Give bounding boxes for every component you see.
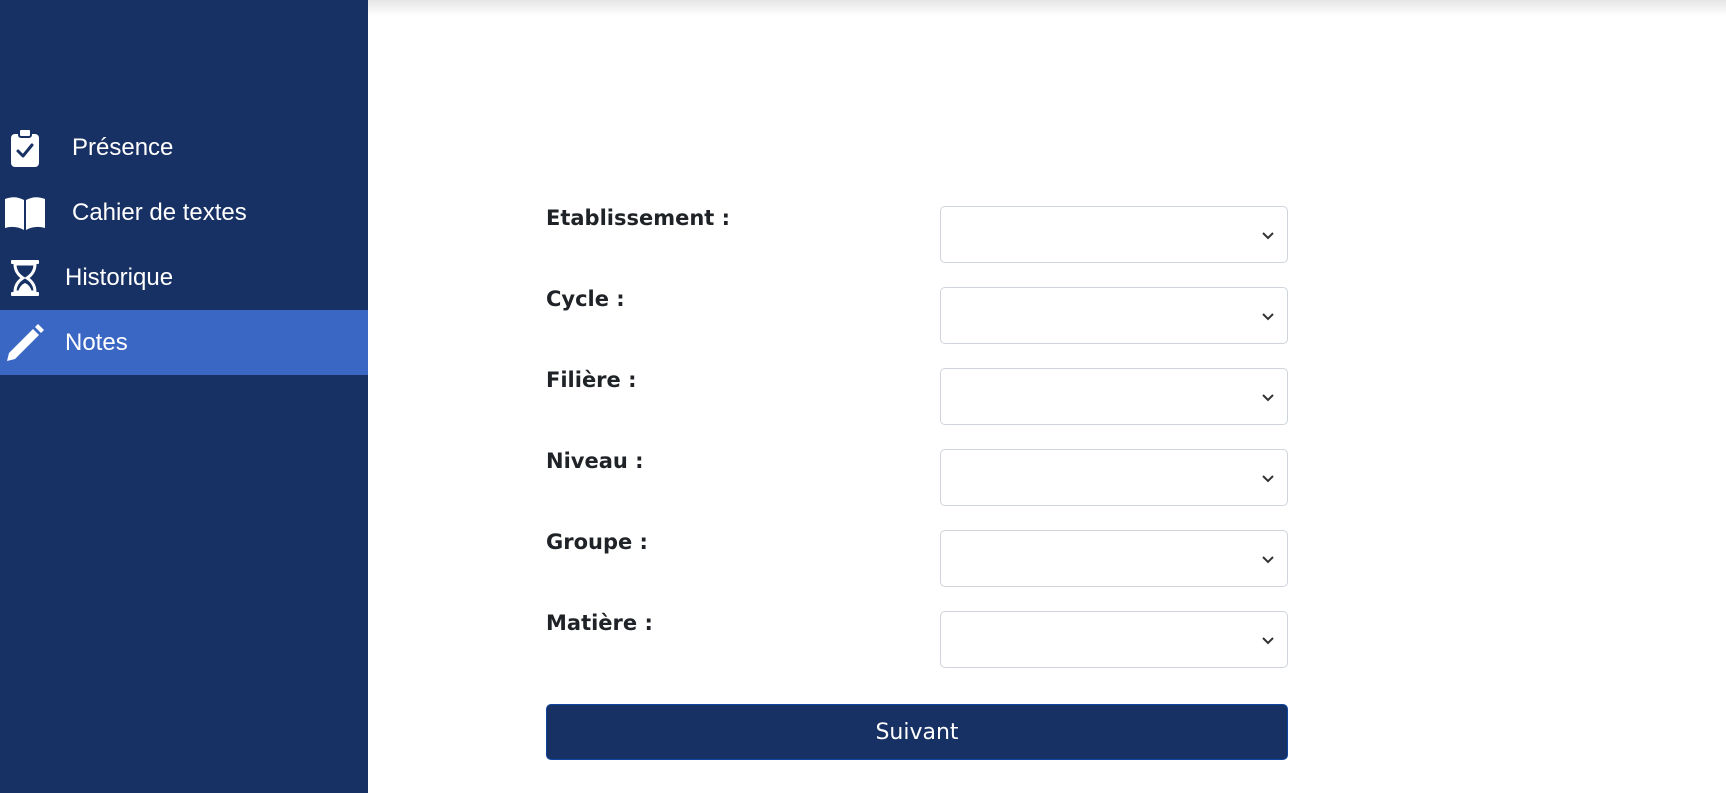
sidebar-item-historique[interactable]: Historique xyxy=(0,245,368,310)
cycle-label: Cycle : xyxy=(546,287,625,311)
sidebar-item-notes[interactable]: Notes xyxy=(0,310,368,375)
sidebar: Présence Cahier de textes Historique Not… xyxy=(0,0,368,793)
chevron-down-icon xyxy=(1262,555,1274,563)
book-open-icon xyxy=(4,192,46,234)
chevron-down-icon xyxy=(1262,393,1274,401)
sidebar-item-presence[interactable]: Présence xyxy=(0,115,368,180)
matiere-label: Matière : xyxy=(546,611,653,635)
sidebar-item-label: Notes xyxy=(65,328,128,356)
sidebar-item-cahier-de-textes[interactable]: Cahier de textes xyxy=(0,180,368,245)
sidebar-item-label: Historique xyxy=(65,263,174,291)
hourglass-icon xyxy=(4,257,46,299)
chevron-down-icon xyxy=(1262,474,1274,482)
groupe-select[interactable] xyxy=(940,530,1288,587)
sidebar-item-label: Cahier de textes xyxy=(72,198,247,226)
filiere-select[interactable] xyxy=(940,368,1288,425)
pencil-icon xyxy=(4,322,46,364)
matiere-select[interactable] xyxy=(940,611,1288,668)
chevron-down-icon xyxy=(1262,636,1274,644)
niveau-select[interactable] xyxy=(940,449,1288,506)
sidebar-item-label: Présence xyxy=(72,133,174,161)
groupe-label: Groupe : xyxy=(546,530,648,554)
header-shadow xyxy=(368,0,1726,16)
chevron-down-icon xyxy=(1262,231,1274,239)
chevron-down-icon xyxy=(1262,312,1274,320)
next-button[interactable]: Suivant xyxy=(546,704,1288,760)
cycle-select[interactable] xyxy=(940,287,1288,344)
etablissement-label: Etablissement : xyxy=(546,206,731,230)
clipboard-check-icon xyxy=(4,127,46,169)
niveau-label: Niveau : xyxy=(546,449,644,473)
filiere-label: Filière : xyxy=(546,368,637,392)
etablissement-select[interactable] xyxy=(940,206,1288,263)
